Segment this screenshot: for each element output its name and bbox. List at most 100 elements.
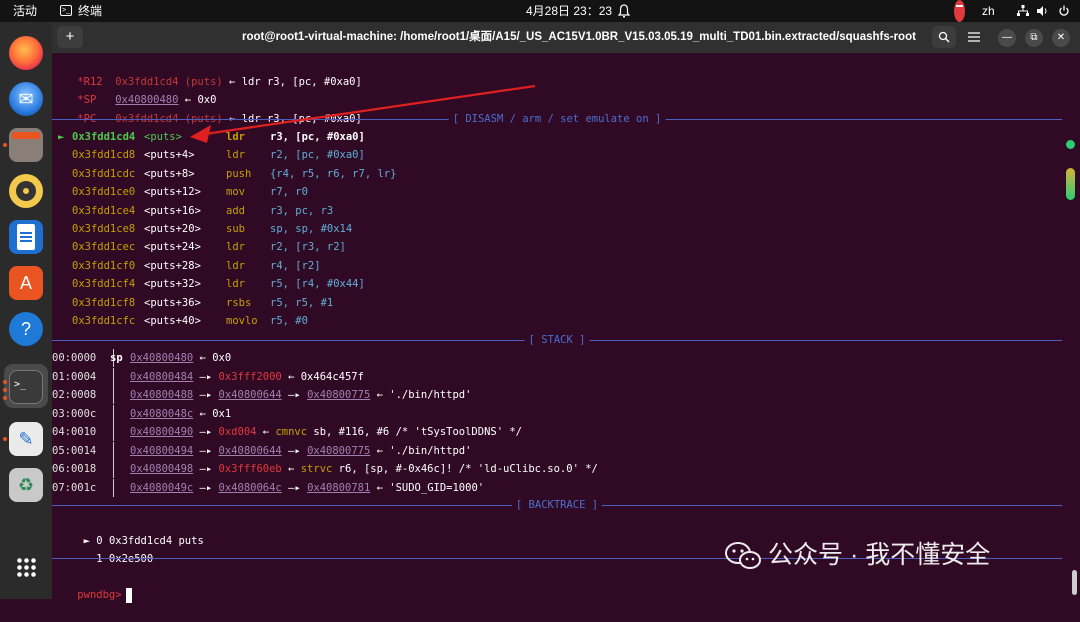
stack-arrow: —▸ — [288, 444, 301, 457]
disasm-row: 0x3fdd1cf4 <puts+32> ldr r5, [r4, #0x44] — [52, 275, 365, 293]
register-line: *R12 0x3fdd1cd4 (puts) ← ldr r3, [pc, #0… — [52, 55, 362, 88]
thunderbird-icon[interactable]: ✉ — [9, 82, 43, 116]
writer-icon[interactable] — [9, 220, 43, 254]
stack-arrow: —▸ — [288, 389, 301, 401]
activities-button[interactable]: 活动 — [13, 0, 37, 22]
stack-offset: 06:0018 — [52, 463, 97, 475]
terminal-icon[interactable]: >_ — [9, 370, 43, 404]
stack-disasm-mnemonic: strvc — [300, 463, 333, 475]
stack-address: 0x4080048c — [130, 407, 194, 420]
stack-register: sp — [110, 352, 123, 364]
disasm-row: 0x3fdd1cf0 <puts+28> ldr r4, [r2] — [52, 257, 321, 275]
notification-bell-icon[interactable] — [617, 0, 631, 22]
stack-pointer-target: 0x3fff60eb — [218, 463, 282, 475]
disasm-row: 0x3fdd1ce0 <puts+12> mov r7, r0 — [52, 183, 308, 201]
help-icon[interactable]: ? — [9, 312, 43, 346]
rhythmbox-icon[interactable] — [9, 174, 43, 208]
files-icon[interactable] — [9, 128, 43, 162]
disasm-row: 0x3fdd1cf8 <puts+36> rsbs r5, r5, #1 — [52, 294, 333, 312]
stack-header-label: [ STACK ] — [524, 331, 590, 349]
close-button[interactable]: ✕ — [1052, 29, 1070, 47]
window-title: root@root1-virtual-machine: /home/root1/… — [242, 31, 916, 43]
instruction-address: 0x3fdd1ce4 — [72, 204, 136, 217]
network-icon[interactable] — [1017, 0, 1029, 22]
maximize-button[interactable]: ⧉ — [1025, 29, 1043, 47]
running-indicator — [3, 437, 7, 441]
menu-button[interactable] — [962, 26, 986, 48]
prompt-line[interactable]: pwndbg> — [52, 568, 132, 603]
running-indicator — [3, 143, 7, 147]
stack-offset: 03:000c — [52, 407, 97, 420]
instruction-address: 0x3fdd1cfc — [72, 315, 136, 327]
clock[interactable]: 4月28日 23：23 — [526, 0, 612, 22]
disasm-row: 0x3fdd1cd8 <puts+4> ldr r2, [pc, #0xa0] — [52, 146, 365, 164]
stack-arrow: —▸ — [288, 481, 301, 494]
stack-value: 0x464c457f — [300, 370, 364, 383]
instruction-operands: r3, pc, r3 — [270, 204, 334, 217]
stack-value: './bin/httpd' — [389, 389, 472, 401]
stack-arrow: —▸ — [199, 444, 213, 457]
stack-offset: 01:0004 — [52, 370, 97, 383]
power-icon[interactable] — [1058, 0, 1070, 22]
minimize-button[interactable]: — — [998, 29, 1016, 47]
input-language-indicator[interactable]: zh — [982, 0, 995, 22]
instruction-mnemonic: ldr — [226, 131, 245, 143]
instruction-symbol: <puts+8> — [144, 167, 195, 180]
stack-row: 02:0008 0x40800488 —▸ 0x40800644 —▸ 0x408… — [52, 386, 471, 404]
minimize-icon: — — [1002, 32, 1012, 43]
stack-row: 05:0014 0x40800494 —▸ 0x40800644 —▸ 0x408… — [52, 442, 471, 460]
volume-icon[interactable] — [1036, 0, 1049, 22]
stack-value: 0x0 — [212, 352, 232, 364]
stack-value: './bin/httpd' — [389, 444, 472, 457]
instruction-mnemonic: mov — [226, 186, 245, 199]
do-not-disturb-icon[interactable] — [954, 0, 965, 22]
scrollbar-thumb[interactable] — [1072, 570, 1077, 595]
terminal-output[interactable]: *R12 0x3fdd1cd4 (puts) ← ldr r3, [pc, #0… — [52, 53, 1062, 603]
stack-arrow: ← — [288, 370, 295, 383]
running-indicator — [3, 388, 7, 392]
stack-disasm-operands: r6, [sp, #-0x46c]! /* 'ld-uClibc.so.0' *… — [338, 463, 598, 475]
stack-disasm-operands: sb, #116, #6 /* 'tSysToolDDNS' */ — [313, 426, 523, 438]
watermark: 公众号 · 我不懂安全 — [724, 538, 990, 572]
terminal-titlebar[interactable]: + root@root1-virtual-machine: /home/root… — [52, 22, 1080, 53]
instruction-symbol: <puts+12> — [144, 186, 201, 199]
register-line: *PC 0x3fdd1cd4 (puts) ← ldr r3, [pc, #0x… — [52, 92, 362, 125]
disasm-header: [ DISASM / arm / set emulate on ] — [52, 110, 1062, 128]
register-arrow: ← — [229, 76, 236, 88]
stack-arrow: ← — [262, 426, 270, 438]
backtrace-header-label: [ BACKTRACE ] — [511, 496, 603, 514]
stack-arrow: —▸ — [199, 481, 213, 494]
instruction-operands: {r4, r5, r6, r7, lr} — [270, 167, 397, 180]
stack-arrow: —▸ — [199, 370, 213, 383]
instruction-symbol: <puts+32> — [144, 278, 201, 291]
stack-arrow: ← — [199, 407, 206, 420]
stack-pointer-target: 0x40800781 — [307, 481, 371, 494]
instruction-mnemonic: add — [226, 204, 245, 217]
new-tab-button[interactable]: + — [57, 26, 83, 48]
app-center-icon[interactable]: A — [9, 266, 43, 300]
backtrace-symbol: puts — [178, 535, 204, 547]
instruction-operands: r7, r0 — [270, 186, 308, 199]
search-button[interactable] — [932, 26, 956, 48]
backtrace-row: ► 0 0x3fdd1cd4 puts — [52, 514, 204, 547]
stack-pointer-target: 0x40800775 — [307, 389, 371, 401]
trash-icon[interactable]: ♻ — [9, 468, 43, 502]
instruction-operands: sp, sp, #0x14 — [270, 223, 353, 235]
current-instruction-marker: ► — [58, 131, 65, 143]
instruction-operands: r2, [pc, #0xa0] — [270, 149, 365, 162]
stack-offset: 02:0008 — [52, 389, 97, 401]
stack-row: 04:0010 0x40800490 —▸ 0xd004 ← cmnvc sb, … — [52, 423, 522, 441]
running-indicator — [3, 380, 7, 384]
stack-arrow: ← — [288, 463, 295, 475]
instruction-address: 0x3fdd1cd4 — [72, 131, 136, 143]
show-apps-icon[interactable] — [9, 550, 43, 584]
firefox-icon[interactable] — [9, 36, 43, 70]
instruction-address: 0x3fdd1cf8 — [72, 296, 136, 309]
stack-address: 0x40800490 — [130, 426, 194, 438]
instruction-symbol: <puts+4> — [144, 149, 195, 162]
instruction-address: 0x3fdd1cf4 — [72, 278, 136, 291]
text-editor-icon[interactable]: ✎ — [9, 422, 43, 456]
instruction-mnemonic: ldr — [226, 149, 245, 162]
instruction-address: 0x3fdd1cdc — [72, 167, 136, 180]
instruction-operands: r3, [pc, #0xa0] — [270, 131, 365, 143]
